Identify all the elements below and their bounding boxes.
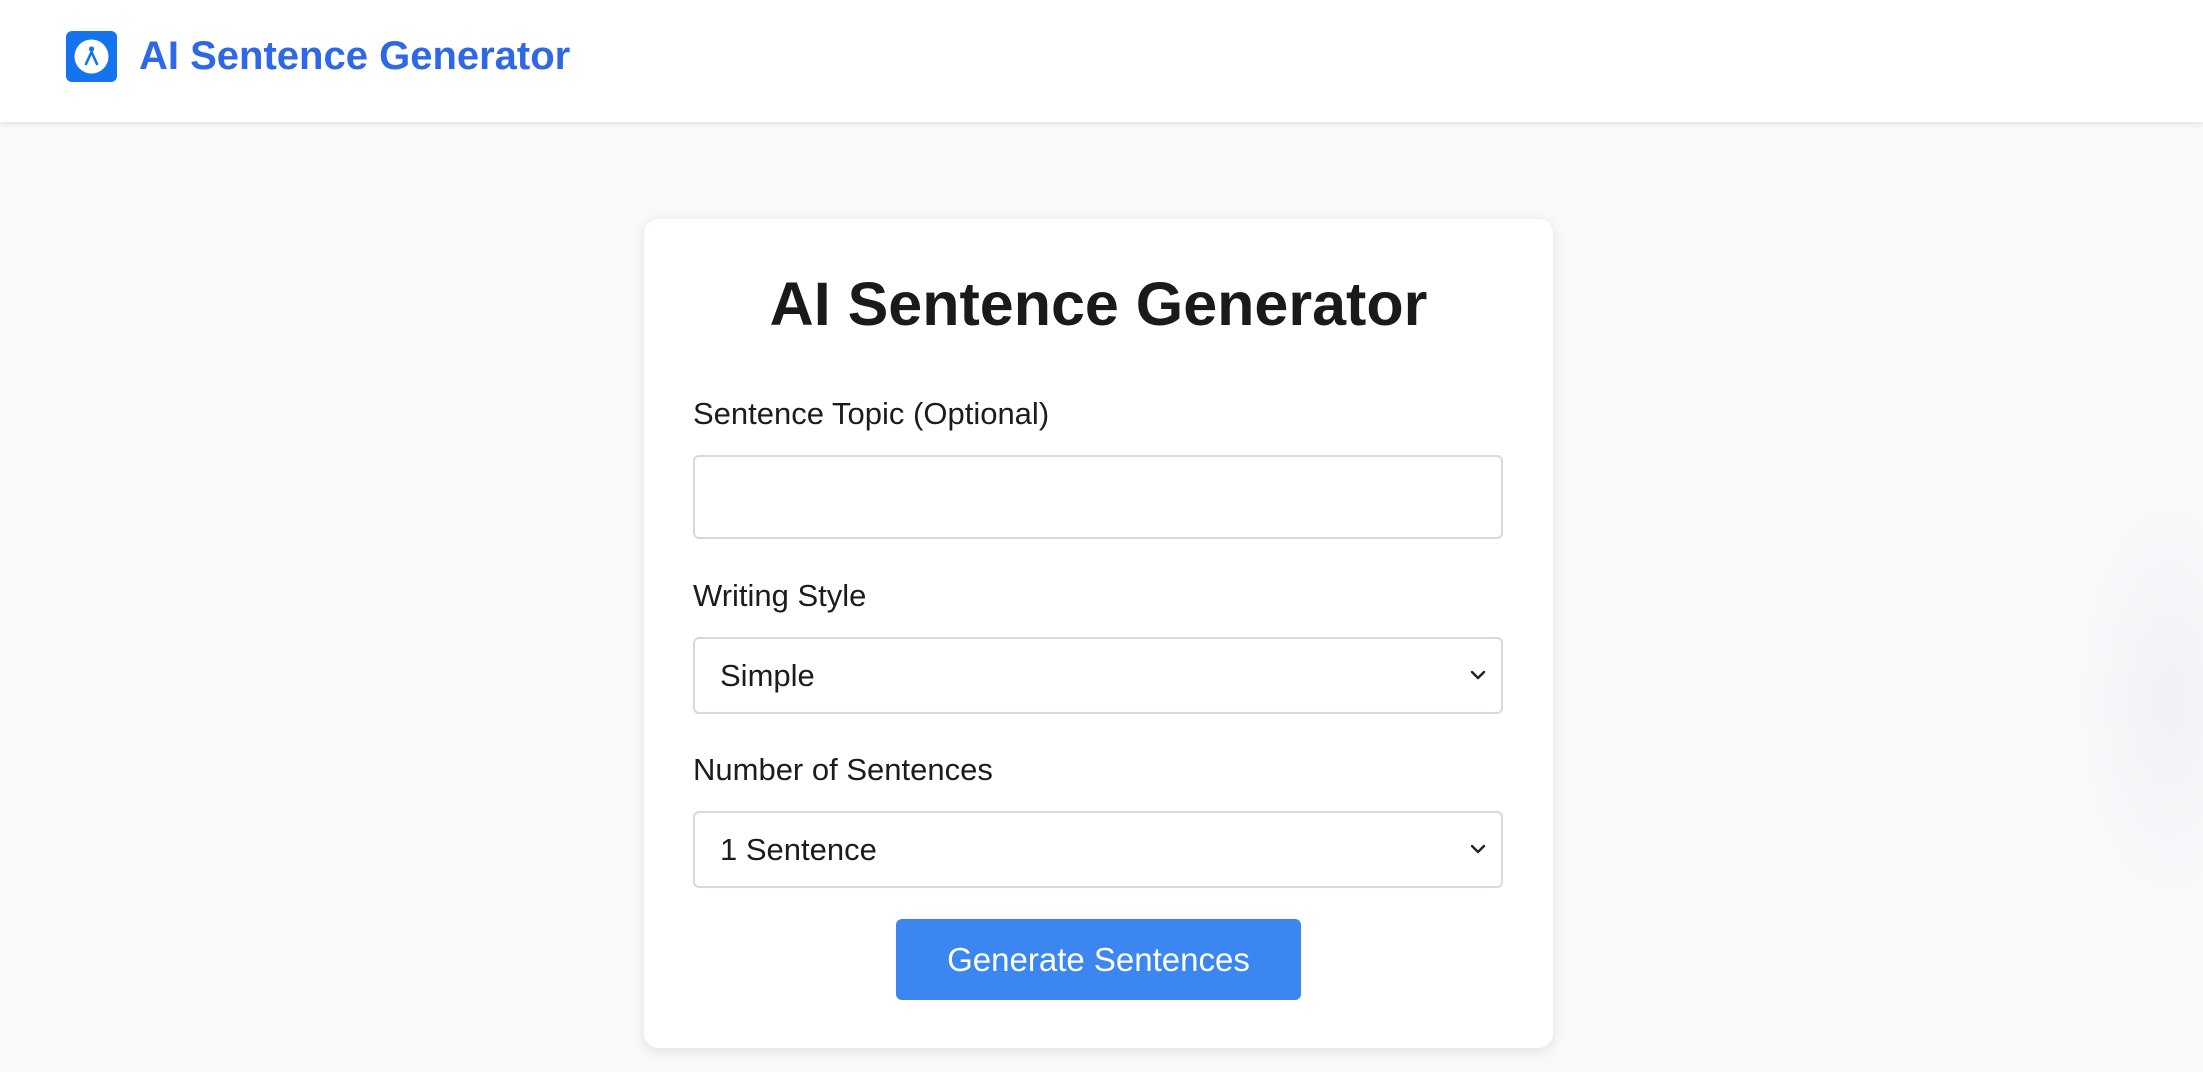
logo-icon <box>66 31 117 82</box>
writing-style-value: Simple <box>720 658 815 693</box>
chevron-down-icon <box>1470 670 1486 680</box>
brand[interactable]: AI Sentence Generator <box>66 31 570 82</box>
sentence-count-value: 1 Sentence <box>720 832 877 867</box>
page-title: AI Sentence Generator <box>769 270 1428 338</box>
writing-style-select[interactable]: Simple <box>693 637 1503 714</box>
generate-sentences-button[interactable]: Generate Sentences <box>896 919 1301 1000</box>
chevron-down-icon <box>1470 844 1486 854</box>
topic-input[interactable] <box>693 455 1503 539</box>
decorative-blur <box>2080 500 2203 900</box>
sentence-count-select[interactable]: 1 Sentence <box>693 811 1503 888</box>
sentence-count-label: Number of Sentences <box>693 752 993 787</box>
top-navbar: AI Sentence Generator <box>0 0 2203 122</box>
generator-card: AI Sentence Generator Sentence Topic (Op… <box>644 219 1553 1048</box>
app-title: AI Sentence Generator <box>139 34 571 78</box>
writing-style-label: Writing Style <box>693 578 867 613</box>
topic-label: Sentence Topic (Optional) <box>693 396 1050 431</box>
